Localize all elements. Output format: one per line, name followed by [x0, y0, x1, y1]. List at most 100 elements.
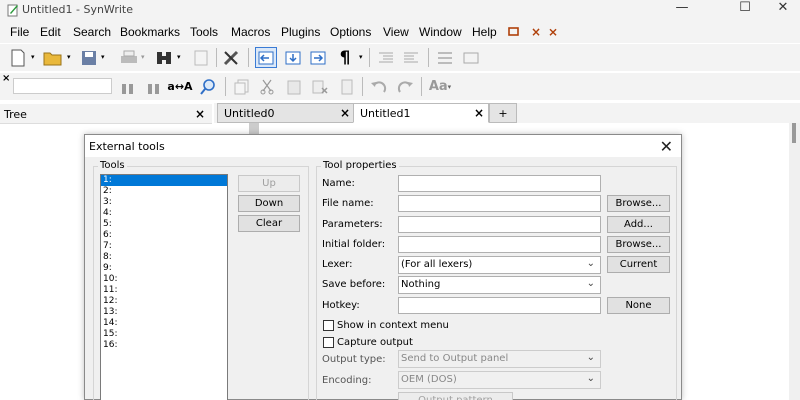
close-doc-icon[interactable]: × — [531, 25, 541, 39]
tab-untitled0[interactable]: Untitled0 × — [217, 103, 355, 123]
print-dropdown-icon[interactable]: ▾ — [141, 53, 145, 61]
tools-list[interactable]: 1: 2: 3: 4: 5: 6: 7: 8: 9: 10: 11: 12: 1… — [100, 174, 228, 400]
up-button[interactable]: Up — [238, 175, 300, 192]
add-param-button[interactable]: Add... — [607, 216, 670, 233]
save-before-select[interactable]: Nothing ⌄ — [398, 276, 601, 294]
undo-icon[interactable] — [368, 76, 390, 97]
minimize-button[interactable]: — — [659, 0, 705, 18]
unindent-icon[interactable] — [400, 47, 422, 68]
find-prev-icon[interactable] — [117, 76, 139, 97]
list-item[interactable]: 15: — [101, 329, 227, 340]
tools-icon[interactable] — [220, 47, 242, 68]
wrap-icon[interactable] — [460, 47, 482, 68]
show-context-menu-checkbox[interactable] — [323, 320, 334, 331]
dialog-close-icon[interactable]: ✕ — [660, 137, 673, 156]
column-icon[interactable] — [434, 47, 456, 68]
select-all-icon[interactable] — [336, 76, 358, 97]
restore-doc-icon[interactable] — [508, 27, 519, 36]
menu-tools[interactable]: Tools — [190, 25, 218, 39]
find-dropdown-icon[interactable]: ▾ — [177, 53, 181, 61]
parameters-field[interactable] — [398, 216, 601, 233]
list-item[interactable]: 2: — [101, 186, 227, 197]
pilcrow-icon[interactable]: ¶ — [334, 47, 356, 68]
menu-plugins[interactable]: Plugins — [281, 25, 320, 39]
tab-close-icon[interactable]: × — [474, 106, 484, 120]
paste-icon[interactable] — [283, 76, 305, 97]
hotkey-field[interactable] — [398, 297, 601, 314]
list-item[interactable]: 10: — [101, 274, 227, 285]
clear-button[interactable]: Clear — [238, 215, 300, 232]
indent-icon[interactable] — [375, 47, 397, 68]
name-field[interactable] — [398, 175, 601, 192]
output-pattern-button[interactable]: Output pattern — [398, 392, 513, 400]
new-tab-button[interactable]: + — [489, 103, 517, 123]
list-item[interactable]: 14: — [101, 318, 227, 329]
panel-right-icon[interactable] — [307, 47, 329, 68]
current-lexer-button[interactable]: Current — [607, 256, 670, 273]
output-type-select[interactable]: Send to Output panel ⌄ — [398, 350, 601, 368]
browse-folder-button[interactable]: Browse... — [607, 236, 670, 253]
vertical-scrollbar[interactable] — [789, 123, 800, 400]
list-item[interactable]: 9: — [101, 263, 227, 274]
encoding-select[interactable]: OEM (DOS) ⌄ — [398, 371, 601, 389]
menu-macros[interactable]: Macros — [231, 25, 270, 39]
find-next-icon[interactable] — [143, 76, 165, 97]
redo-icon[interactable] — [394, 76, 416, 97]
list-item[interactable]: 12: — [101, 296, 227, 307]
filename-field[interactable] — [398, 195, 601, 212]
list-item[interactable]: 6: — [101, 230, 227, 241]
menu-search[interactable]: Search — [73, 25, 111, 39]
menu-file[interactable]: File — [10, 25, 29, 39]
magnifier-icon[interactable] — [197, 76, 219, 97]
save-dropdown-icon[interactable]: ▾ — [101, 53, 105, 61]
page-icon[interactable] — [190, 47, 212, 68]
save-icon[interactable] — [78, 47, 100, 68]
print-icon[interactable] — [118, 47, 140, 68]
list-item[interactable]: 7: — [101, 241, 227, 252]
tab-untitled1[interactable]: Untitled1 × — [353, 103, 489, 123]
menu-bookmarks[interactable]: Bookmarks — [120, 25, 180, 39]
initial-folder-field[interactable] — [398, 236, 601, 253]
capture-output-checkbox[interactable] — [323, 337, 334, 348]
panel-bottom-icon[interactable] — [282, 47, 304, 68]
menu-help[interactable]: Help — [472, 25, 497, 39]
binoculars-icon[interactable] — [153, 47, 175, 68]
list-item[interactable]: 1: — [101, 175, 227, 186]
menu-view[interactable]: View — [383, 25, 409, 39]
lexer-select[interactable]: (For all lexers) ⌄ — [398, 256, 601, 274]
list-item[interactable]: 8: — [101, 252, 227, 263]
name-label: Name: — [322, 178, 355, 189]
hotkey-none-button[interactable]: None — [607, 297, 670, 314]
tree-close-icon[interactable]: × — [195, 107, 205, 121]
match-case-icon[interactable]: a↔A — [167, 76, 192, 97]
list-item[interactable]: 5: — [101, 219, 227, 230]
search-input[interactable] — [13, 78, 112, 94]
menu-edit[interactable]: Edit — [40, 25, 61, 39]
tab-close-icon[interactable]: × — [340, 106, 350, 120]
menu-options[interactable]: Options — [330, 25, 371, 39]
list-item[interactable]: 16: — [101, 340, 227, 351]
open-dropdown-icon[interactable]: ▾ — [67, 53, 71, 61]
font-size-icon[interactable]: Aa ▾ — [427, 76, 453, 97]
open-folder-icon[interactable] — [42, 47, 64, 68]
encoding-label: Encoding: — [322, 375, 372, 386]
list-item[interactable]: 4: — [101, 208, 227, 219]
close-all-docs-icon[interactable]: ⨯ — [548, 25, 558, 39]
new-file-icon[interactable] — [7, 47, 29, 68]
list-item[interactable]: 3: — [101, 197, 227, 208]
panel-left-icon[interactable] — [255, 47, 277, 68]
list-item[interactable]: 11: — [101, 285, 227, 296]
new-dropdown-icon[interactable]: ▾ — [31, 53, 35, 61]
down-button[interactable]: Down — [238, 195, 300, 212]
browse-file-button[interactable]: Browse... — [607, 195, 670, 212]
close-window-button[interactable]: ✕ — [760, 0, 800, 18]
pilcrow-dropdown-icon[interactable]: ▾ — [359, 53, 363, 61]
close-search-icon[interactable]: × — [2, 73, 10, 84]
cut-icon[interactable] — [256, 76, 278, 97]
tree-panel-title: Tree — [4, 108, 27, 121]
scroll-thumb[interactable] — [792, 123, 796, 143]
copy-icon[interactable] — [231, 76, 253, 97]
delete-icon[interactable] — [309, 76, 331, 97]
list-item[interactable]: 13: — [101, 307, 227, 318]
menu-window[interactable]: Window — [419, 25, 462, 39]
